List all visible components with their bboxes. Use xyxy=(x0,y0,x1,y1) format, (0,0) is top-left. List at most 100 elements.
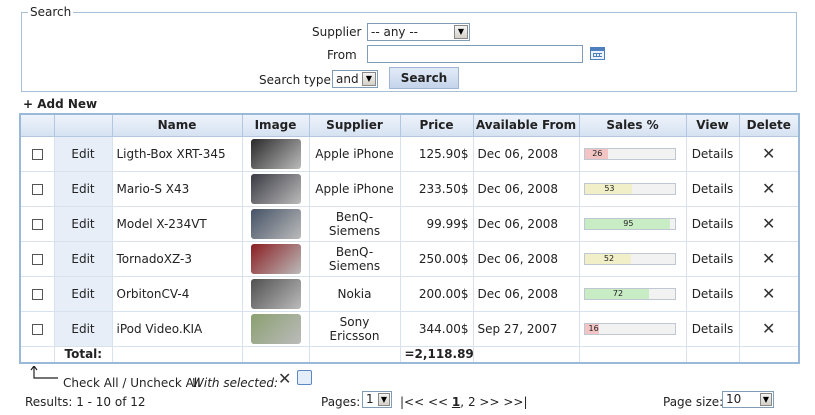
delete-icon[interactable]: ✕ xyxy=(762,214,775,233)
total-row: Total: =2,118.89 xyxy=(19,345,800,364)
header-available-from[interactable]: Available From xyxy=(472,113,580,137)
total-price: =2,118.89 xyxy=(399,345,474,364)
product-name: iPod Video.KIA xyxy=(111,310,243,347)
table-row: Edit Mario-S X43 Apple iPhone 233.50$ Dec 06… xyxy=(19,170,800,207)
add-new-link[interactable]: + Add New xyxy=(23,97,97,111)
sales-value: 26 xyxy=(592,148,603,158)
supplier-select-value: -- any -- xyxy=(371,25,419,39)
product-available-from: Dec 06, 2008 xyxy=(472,170,580,207)
table-row: Edit Model X-234VT BenQ-Siemens 99.99$ Dec 0… xyxy=(19,205,800,242)
edit-link[interactable]: Edit xyxy=(53,205,113,242)
sales-value: 53 xyxy=(604,183,615,193)
header-supplier[interactable]: Supplier xyxy=(308,113,401,137)
row-select-cell xyxy=(19,135,55,172)
page-select[interactable]: 1 ▼ xyxy=(362,391,392,408)
pager-next[interactable]: >> xyxy=(479,395,499,409)
delete-cell: ✕ xyxy=(738,310,800,347)
header-view: View xyxy=(685,113,740,137)
details-link[interactable]: Details xyxy=(685,205,740,242)
table-row: Edit Ligth-Box XRT-345 Apple iPhone 125.90$… xyxy=(19,135,800,172)
chevron-down-icon[interactable]: ▼ xyxy=(760,393,772,406)
total-empty-cell xyxy=(19,345,55,364)
table-header-row: Name Image Supplier Price Available From… xyxy=(19,113,800,137)
product-available-from: Dec 06, 2008 xyxy=(472,205,580,242)
delete-icon[interactable]: ✕ xyxy=(762,319,775,338)
supplier-select[interactable]: -- any -- ▼ xyxy=(367,23,470,41)
pager-last[interactable]: >>| xyxy=(503,395,527,409)
chevron-down-icon[interactable]: ▼ xyxy=(378,393,390,406)
phone-image xyxy=(250,138,301,169)
pager-prev[interactable]: << xyxy=(428,395,448,409)
row-select-cell xyxy=(19,275,55,312)
phone-image xyxy=(250,243,301,274)
sales-cell: 95 xyxy=(578,205,687,242)
table-row: Edit OrbitonCV-4 Nokia 200.00$ Dec 06, 2008 7… xyxy=(19,275,800,312)
delete-icon[interactable]: ✕ xyxy=(762,144,775,163)
details-link[interactable]: Details xyxy=(685,310,740,347)
delete-cell: ✕ xyxy=(738,170,800,207)
row-select-cell xyxy=(19,240,55,277)
chevron-down-icon[interactable]: ▼ xyxy=(454,25,468,39)
edit-link[interactable]: Edit xyxy=(53,240,113,277)
pager-separator: , xyxy=(460,395,465,409)
header-name[interactable]: Name xyxy=(111,113,243,137)
row-checkbox[interactable] xyxy=(31,148,43,160)
page-size-label: Page size: xyxy=(663,395,724,409)
pager-page-2[interactable]: 2 xyxy=(468,395,476,409)
product-image-cell xyxy=(241,275,310,312)
sales-value: 52 xyxy=(603,253,615,263)
sales-bar: 26 xyxy=(583,147,676,160)
product-price: 233.50$ xyxy=(399,170,474,207)
table-row: Edit iPod Video.KIA Sony Ericsson 344.00$ Se… xyxy=(19,310,800,347)
search-type-select[interactable]: and ▼ xyxy=(332,70,378,88)
search-button[interactable]: Search xyxy=(389,67,459,89)
row-checkbox[interactable] xyxy=(31,288,43,300)
details-link[interactable]: Details xyxy=(685,240,740,277)
edit-link[interactable]: Edit xyxy=(53,135,113,172)
pager-first[interactable]: |<< xyxy=(400,395,424,409)
phone-image xyxy=(250,278,301,309)
with-selected-label: With selected: xyxy=(192,376,279,390)
sales-cell: 16 xyxy=(578,310,687,347)
product-name: OrbitonCV-4 xyxy=(111,275,243,312)
details-link[interactable]: Details xyxy=(685,275,740,312)
product-supplier: BenQ-Siemens xyxy=(308,205,401,242)
header-price[interactable]: Price xyxy=(399,113,474,137)
from-date-input[interactable] xyxy=(367,45,583,63)
product-available-from: Sep 27, 2007 xyxy=(472,310,580,347)
row-checkbox[interactable] xyxy=(31,323,43,335)
phone-image xyxy=(250,313,301,344)
edit-link[interactable]: Edit xyxy=(53,170,113,207)
product-supplier: BenQ-Siemens xyxy=(308,240,401,277)
header-select xyxy=(19,113,55,137)
product-price: 99.99$ xyxy=(399,205,474,242)
details-link[interactable]: Details xyxy=(685,170,740,207)
sales-bar: 95 xyxy=(583,217,676,230)
chevron-down-icon[interactable]: ▼ xyxy=(362,72,376,86)
total-empty-cell xyxy=(111,345,243,364)
delete-icon[interactable]: ✕ xyxy=(762,284,775,303)
delete-icon[interactable]: ✕ xyxy=(762,249,775,268)
header-sales[interactable]: Sales % xyxy=(578,113,687,137)
row-checkbox[interactable] xyxy=(31,183,43,195)
total-empty-cell xyxy=(685,345,740,364)
product-image-cell xyxy=(241,205,310,242)
delete-selected-icon[interactable]: ✕ xyxy=(278,369,291,388)
page-size-select[interactable]: 10 ▼ xyxy=(722,391,774,408)
sales-value: 95 xyxy=(623,218,634,228)
pager: |<< << 1, 2 >> >>| xyxy=(400,395,528,409)
edit-link[interactable]: Edit xyxy=(53,310,113,347)
row-checkbox[interactable] xyxy=(31,218,43,230)
edit-link[interactable]: Edit xyxy=(53,275,113,312)
header-image: Image xyxy=(241,113,310,137)
delete-cell: ✕ xyxy=(738,240,800,277)
delete-icon[interactable]: ✕ xyxy=(762,179,775,198)
details-link[interactable]: Details xyxy=(685,135,740,172)
check-all-link[interactable]: Check All / Uncheck All xyxy=(63,376,201,390)
export-selected-icon[interactable] xyxy=(297,370,312,385)
total-empty-cell xyxy=(472,345,580,364)
calendar-icon[interactable] xyxy=(590,47,605,60)
row-select-cell xyxy=(19,310,55,347)
product-supplier: Sony Ericsson xyxy=(308,310,401,347)
row-checkbox[interactable] xyxy=(31,253,43,265)
